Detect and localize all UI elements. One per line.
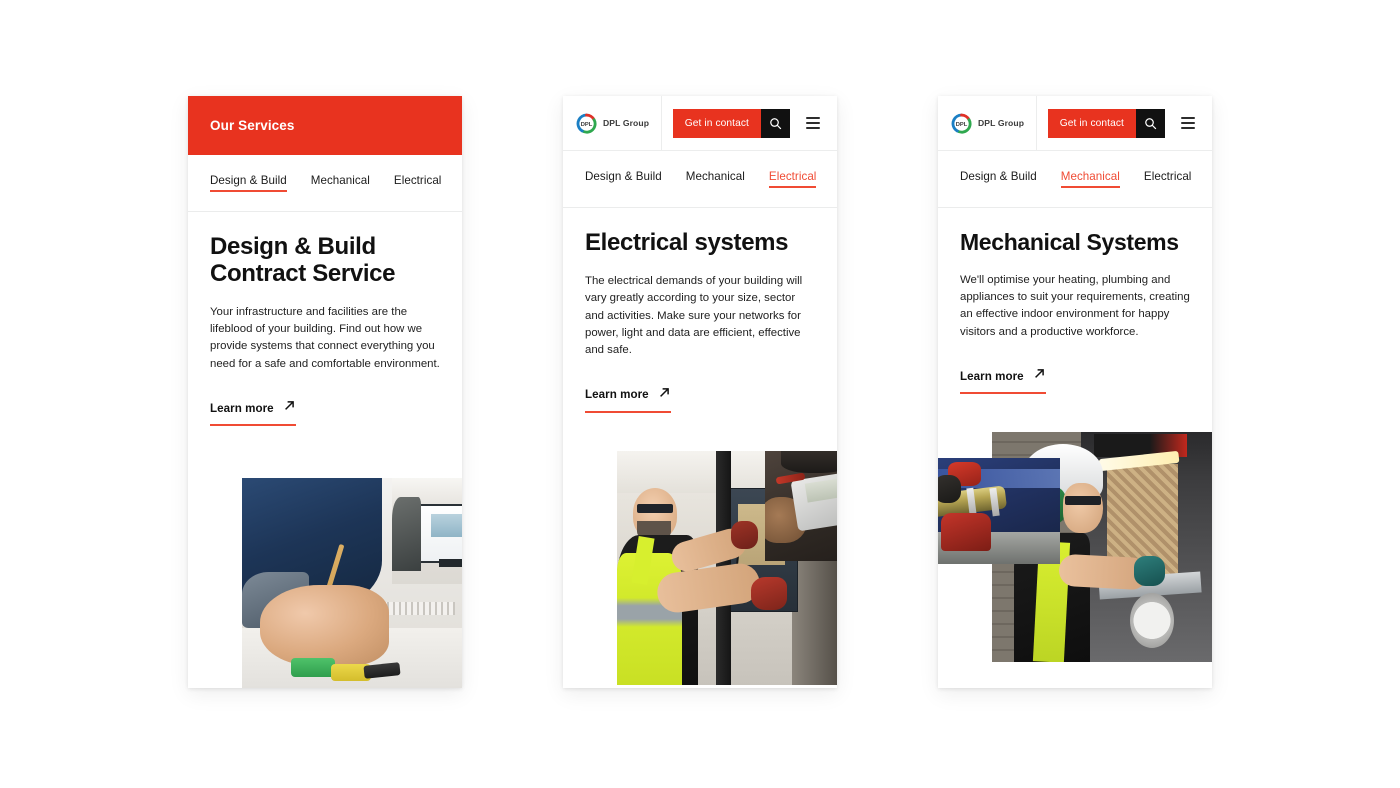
dpl-logo-icon: DPL xyxy=(951,113,972,134)
tab-mechanical[interactable]: Mechanical xyxy=(686,170,745,188)
header-actions-card3: Get in contact xyxy=(1047,96,1212,150)
page-title: Design & Build Contract Service xyxy=(210,233,396,287)
tab-design-build[interactable]: Design & Build xyxy=(960,170,1037,188)
brand-name-card2: DPL Group xyxy=(603,118,650,128)
search-icon xyxy=(1145,117,1157,129)
card3-content: Mechanical Systems We'll optimise your h… xyxy=(938,208,1212,663)
brand-logo-card2[interactable]: DPL DPL Group xyxy=(563,96,663,150)
arrow-up-right-icon xyxy=(1033,367,1046,385)
learn-more-label: Learn more xyxy=(210,401,274,415)
tab-design-build[interactable]: Design & Build xyxy=(210,174,287,192)
brand-name-card3: DPL Group xyxy=(978,118,1025,128)
brand-logo-card3[interactable]: DPL DPL Group xyxy=(938,96,1038,150)
get-in-contact-button[interactable]: Get in contact xyxy=(672,108,761,138)
our-services-banner: Our Services xyxy=(188,96,462,155)
card1-content: Design & Build Contract Service Your inf… xyxy=(188,212,462,688)
card2-content: Electrical systems The electrical demand… xyxy=(563,208,837,685)
arrow-up-right-icon xyxy=(658,386,671,404)
hamburger-menu-icon[interactable] xyxy=(800,109,826,138)
learn-more-link[interactable]: Learn more xyxy=(210,399,296,427)
learn-more-label: Learn more xyxy=(585,388,649,402)
mockup-stage: Our Services Design & Build Mechanical E… xyxy=(0,0,1400,788)
page-blurb: We'll optimise your heating, plumbing an… xyxy=(960,273,1190,338)
page-blurb: Your infrastructure and facilities are t… xyxy=(210,305,440,370)
arrow-up-right-icon xyxy=(283,399,296,417)
page-blurb: The electrical demands of your building … xyxy=(585,274,803,357)
site-header-card2: DPL DPL Group Get in contact xyxy=(563,96,837,151)
tab-mechanical[interactable]: Mechanical xyxy=(311,174,370,192)
site-header-card3: DPL DPL Group Get in contact xyxy=(938,96,1212,151)
learn-more-link[interactable]: Learn more xyxy=(960,367,1046,395)
learn-more-label: Learn more xyxy=(960,369,1024,383)
tab-electrical[interactable]: Electrical xyxy=(394,174,442,192)
photo-collage-design-build xyxy=(210,452,462,688)
hamburger-menu-icon[interactable] xyxy=(1175,109,1201,138)
header-actions-card2: Get in contact xyxy=(672,96,837,150)
service-tabs-card1: Design & Build Mechanical Electrical xyxy=(188,155,462,212)
tab-mechanical[interactable]: Mechanical xyxy=(1060,170,1121,188)
page-title: Mechanical Systems xyxy=(960,229,1179,255)
tab-electrical[interactable]: Electrical xyxy=(1144,170,1192,188)
photo-cad-monitor xyxy=(392,478,462,585)
svg-text:DPL: DPL xyxy=(581,121,593,127)
search-button[interactable] xyxy=(761,108,790,138)
get-in-contact-button[interactable]: Get in contact xyxy=(1047,108,1136,138)
search-icon xyxy=(770,117,782,129)
learn-more-link[interactable]: Learn more xyxy=(585,386,671,413)
tab-electrical[interactable]: Electrical xyxy=(768,170,817,188)
tab-design-build[interactable]: Design & Build xyxy=(585,170,662,188)
phone-mockup-mechanical: DPL DPL Group Get in contact Design & Bu… xyxy=(938,96,1212,688)
phone-mockup-design-build: Our Services Design & Build Mechanical E… xyxy=(188,96,462,688)
photo-collage-electrical xyxy=(585,439,837,685)
service-tabs-card2: Design & Build Mechanical Electrical xyxy=(563,151,837,208)
dpl-logo-icon: DPL xyxy=(576,113,597,134)
photo-collage-mechanical xyxy=(938,420,1212,663)
service-tabs-card3: Design & Build Mechanical Electrical xyxy=(938,151,1212,208)
photo-pipe-vise xyxy=(938,458,1060,565)
page-title: Electrical systems xyxy=(585,229,789,256)
photo-clamp-multimeter xyxy=(765,450,837,561)
search-button[interactable] xyxy=(1136,108,1165,138)
our-services-title: Our Services xyxy=(210,118,295,133)
phone-mockup-electrical: DPL DPL Group Get in contact Design & Bu… xyxy=(563,96,837,688)
svg-text:DPL: DPL xyxy=(956,121,968,127)
